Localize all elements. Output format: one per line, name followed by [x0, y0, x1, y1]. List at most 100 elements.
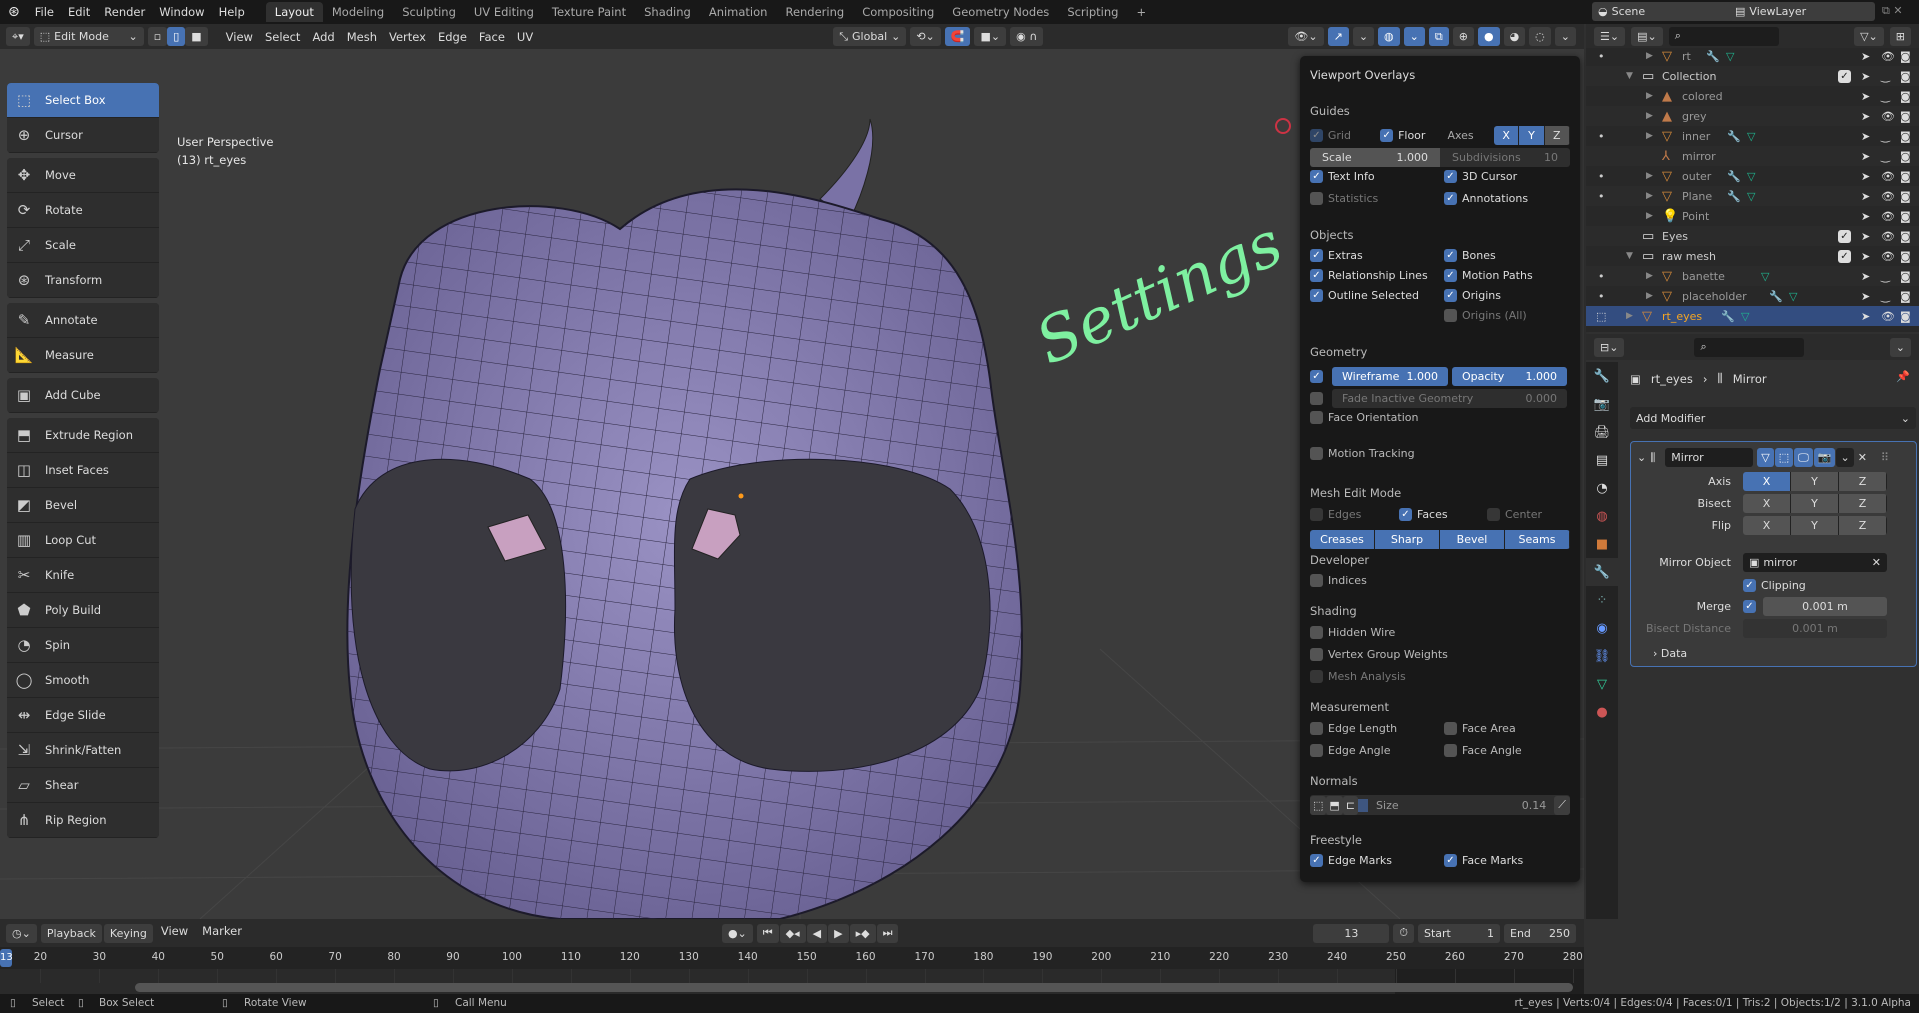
camera-icon[interactable]: ◙: [1900, 70, 1911, 83]
gizmo-dropdown[interactable]: ⌄: [1352, 27, 1375, 46]
edge-select-button[interactable]: ▯: [167, 27, 186, 46]
menu-vertex[interactable]: Vertex: [383, 30, 432, 44]
outliner-row[interactable]: • ▶ ▽ placeholder 🔧 ▽ ➤ ‿ ◙: [1586, 286, 1919, 306]
normals-size-field[interactable]: Size 0.14: [1358, 798, 1554, 812]
auto-keying-toggle[interactable]: ●⌄: [721, 923, 753, 943]
prev-keyframe-button[interactable]: ◆◂: [779, 923, 806, 943]
view-layer-selector[interactable]: ▤ ViewLayer: [1729, 2, 1875, 21]
axes-toggle[interactable]: XYZ: [1493, 126, 1570, 145]
modifier-tab-icon[interactable]: 🔧: [1586, 558, 1618, 586]
expand-arrow-icon[interactable]: ▶: [1646, 131, 1653, 141]
statistics-checkbox[interactable]: [1310, 192, 1323, 205]
tab-compositing[interactable]: Compositing: [853, 2, 943, 22]
tool-knife[interactable]: ✂ Knife: [7, 558, 159, 593]
origins-checkbox[interactable]: ✓: [1444, 289, 1457, 302]
tab-modeling[interactable]: Modeling: [323, 2, 393, 22]
object-tab-icon[interactable]: ■: [1586, 530, 1618, 558]
vertex-group-weights-checkbox[interactable]: [1310, 648, 1323, 661]
editor-type-button[interactable]: ◷⌄: [6, 923, 37, 943]
hidden-wire-checkbox[interactable]: [1310, 626, 1323, 639]
expand-arrow-icon[interactable]: ▶: [1646, 91, 1653, 101]
bevel-toggle[interactable]: Bevel: [1440, 530, 1505, 549]
snap-target-dropdown[interactable]: ■⌄: [974, 27, 1007, 46]
select-arrow-icon[interactable]: ➤: [1861, 230, 1870, 243]
sharp-toggle[interactable]: Sharp: [1375, 530, 1440, 549]
scale-field[interactable]: Scale 1.000: [1310, 148, 1440, 167]
tool-transform[interactable]: ⊛ Transform: [7, 263, 159, 298]
seams-toggle[interactable]: Seams: [1505, 530, 1570, 549]
select-arrow-icon[interactable]: ➤: [1861, 70, 1870, 83]
camera-icon[interactable]: ◙: [1900, 310, 1911, 323]
face-orientation-checkbox[interactable]: [1310, 411, 1323, 424]
edge-marks-checkbox[interactable]: ✓: [1310, 854, 1323, 867]
camera-icon[interactable]: ◙: [1900, 190, 1911, 203]
axis-x[interactable]: X: [1493, 126, 1520, 145]
next-keyframe-button[interactable]: ▸◆: [849, 923, 876, 943]
flip-z-toggle[interactable]: Z: [1839, 516, 1887, 535]
3d-cursor[interactable]: [1275, 118, 1291, 134]
camera-icon[interactable]: ◙: [1900, 290, 1911, 303]
tool-tab-icon[interactable]: 🔧: [1586, 362, 1618, 390]
expand-arrow-icon[interactable]: ▶: [1646, 271, 1653, 281]
select-arrow-icon[interactable]: ➤: [1861, 210, 1870, 223]
subdivisions-field[interactable]: Subdivisions 10: [1440, 148, 1570, 167]
solid-shading-button[interactable]: ●: [1477, 27, 1500, 46]
menu-view[interactable]: View: [155, 924, 194, 943]
outliner-row[interactable]: ▶ 💡 Point ➤ 👁 ◙: [1586, 206, 1919, 226]
blender-logo-icon[interactable]: ⊛: [0, 4, 28, 20]
end-frame-field[interactable]: End 250: [1504, 923, 1576, 943]
tool-inset-faces[interactable]: ◫ Inset Faces: [7, 453, 159, 488]
outliner-row[interactable]: ▭ Eyes ✓ ➤ 👁 ◙: [1586, 226, 1919, 246]
eye-closed-icon[interactable]: ‿: [1881, 90, 1890, 103]
xray-toggle[interactable]: ⧉: [1428, 27, 1449, 46]
axis-z-toggle[interactable]: Z: [1839, 472, 1887, 491]
edge-length-checkbox[interactable]: [1310, 722, 1323, 735]
modifier-menu-dropdown[interactable]: ⌄: [1836, 448, 1854, 467]
display-mode-dropdown[interactable]: ☰⌄: [1594, 26, 1626, 46]
bones-checkbox[interactable]: ✓: [1444, 249, 1457, 262]
camera-icon[interactable]: ◙: [1900, 90, 1911, 103]
outliner-row[interactable]: • ▶ ▽ banette ▽ ➤ ‿ ◙: [1586, 266, 1919, 286]
outline-selected-checkbox[interactable]: ✓: [1310, 289, 1323, 302]
menu-window[interactable]: Window: [152, 5, 211, 19]
menu-mesh[interactable]: Mesh: [341, 30, 383, 44]
grid-checkbox[interactable]: ✓: [1310, 129, 1323, 142]
preview-range-toggle[interactable]: ⏱: [1393, 923, 1414, 943]
outliner-search-input[interactable]: ⌕: [1668, 26, 1779, 46]
properties-search-input[interactable]: ⌕: [1694, 337, 1805, 357]
visibility-dropdown[interactable]: 👁⌄: [1288, 27, 1324, 46]
add-modifier-dropdown[interactable]: Add Modifier ⌄: [1630, 407, 1916, 429]
select-arrow-icon[interactable]: ➤: [1861, 170, 1870, 183]
expand-arrow-icon[interactable]: ▶: [1646, 191, 1653, 201]
3d-cursor-checkbox[interactable]: ✓: [1444, 170, 1457, 183]
select-arrow-icon[interactable]: ➤: [1861, 150, 1870, 163]
face-normals-button[interactable]: ⊏: [1342, 795, 1359, 815]
menu-file[interactable]: File: [28, 5, 61, 19]
eye-closed-icon[interactable]: ‿: [1881, 70, 1890, 83]
menu-edit[interactable]: Edit: [61, 5, 97, 19]
expand-arrow-icon[interactable]: ▼: [1626, 71, 1633, 81]
select-arrow-icon[interactable]: ➤: [1861, 50, 1870, 63]
snap-toggle[interactable]: 🧲: [944, 27, 971, 46]
shading-dropdown[interactable]: ⌄: [1554, 27, 1576, 46]
exclude-checkbox[interactable]: ✓: [1838, 229, 1851, 243]
tab-animation[interactable]: Animation: [700, 2, 777, 22]
menu-marker[interactable]: Marker: [196, 924, 248, 943]
axis-y-toggle[interactable]: Y: [1791, 472, 1839, 491]
annotations-checkbox[interactable]: ✓: [1444, 192, 1457, 205]
edge-angle-checkbox[interactable]: [1310, 744, 1323, 757]
new-collection-button[interactable]: ⊞: [1889, 26, 1911, 46]
timeline-tracks[interactable]: [0, 969, 1584, 994]
expand-arrow-icon[interactable]: ▶: [1626, 311, 1633, 321]
face-area-checkbox[interactable]: [1444, 722, 1457, 735]
tool-edge-slide[interactable]: ⇹ Edge Slide: [7, 698, 159, 733]
start-frame-field[interactable]: Start 1: [1418, 923, 1500, 943]
gizmo-toggle[interactable]: ↗: [1327, 27, 1349, 46]
timeline-scrollbar[interactable]: [135, 983, 1573, 992]
constant-screen-size-button[interactable]: ⟋: [1554, 795, 1570, 815]
motion-tracking-checkbox[interactable]: [1310, 447, 1323, 460]
select-arrow-icon[interactable]: ➤: [1861, 310, 1870, 323]
tool-measure[interactable]: 📐 Measure: [7, 338, 159, 373]
center-checkbox[interactable]: [1487, 508, 1500, 521]
select-arrow-icon[interactable]: ➤: [1861, 110, 1870, 123]
